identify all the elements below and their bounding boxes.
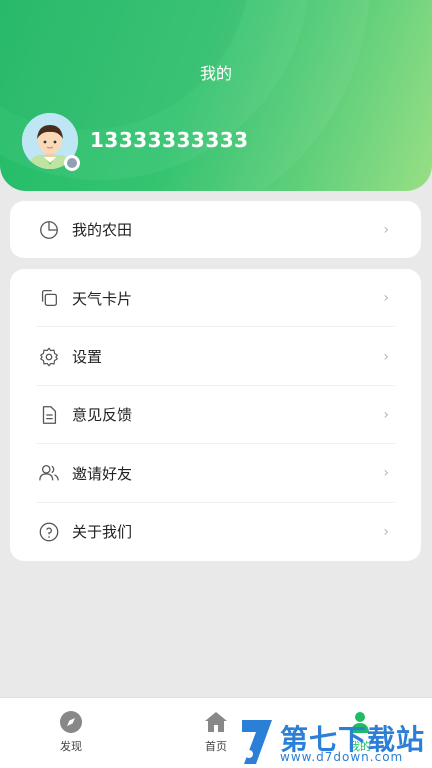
gear-icon [40, 347, 58, 366]
chevron-right-icon: › [383, 348, 389, 365]
chevron-right-icon: › [383, 523, 389, 540]
chevron-right-icon: › [383, 290, 389, 307]
username: 13333333333 [90, 128, 249, 152]
question-circle-icon [39, 522, 59, 542]
pie-chart-icon [40, 220, 58, 239]
chevron-right-icon: › [383, 221, 389, 238]
watermark: 第七下载站 www.d7down.com [238, 718, 428, 768]
watermark-url: www.d7down.com [280, 750, 404, 764]
home-icon [205, 712, 227, 732]
secondary-menu-card: 天气卡片 › 设置 › 意见反馈 › 邀请好友 › 关于我们 › [10, 269, 421, 561]
avatar[interactable] [22, 113, 80, 171]
copy-cards-icon [41, 290, 57, 307]
chevron-right-icon: › [383, 465, 389, 482]
page-title: 我的 [199, 64, 232, 83]
menu-item-label: 天气卡片 [72, 289, 133, 308]
chevron-right-icon: › [383, 406, 389, 423]
menu-item-label: 我的农田 [72, 221, 133, 239]
menu-item-label: 关于我们 [72, 523, 133, 542]
menu-item-label: 邀请好友 [72, 464, 133, 483]
menu-item-label: 设置 [72, 348, 103, 367]
tab-label: 发现 [60, 740, 82, 753]
menu-item-feedback[interactable]: 意见反馈 › [10, 386, 421, 445]
tab-home[interactable]: 首页 [186, 710, 246, 754]
tab-discover[interactable]: 发现 [41, 710, 101, 754]
profile-header: 我的 13333333333 [0, 0, 432, 191]
menu-item-my-farmland[interactable]: 我的农田 › [10, 201, 421, 258]
primary-menu-card: 我的农田 › [10, 201, 421, 258]
menu-item-weather-card[interactable]: 天气卡片 › [10, 269, 421, 328]
menu-item-invite-friends[interactable]: 邀请好友 › [10, 444, 421, 503]
document-icon [42, 406, 57, 424]
tab-label: 首页 [205, 740, 227, 753]
compass-icon [60, 711, 82, 733]
menu-item-settings[interactable]: 设置 › [10, 327, 421, 386]
edit-badge-icon[interactable] [64, 155, 80, 171]
brand-logo-icon [242, 720, 272, 764]
menu-item-about-us[interactable]: 关于我们 › [10, 503, 421, 561]
users-icon [39, 465, 59, 481]
menu-item-label: 意见反馈 [72, 406, 133, 425]
